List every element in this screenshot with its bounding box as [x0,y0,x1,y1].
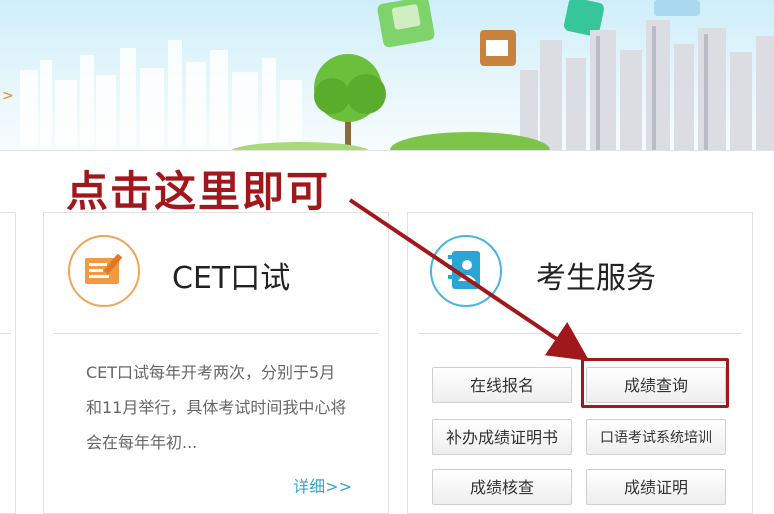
notebook-person-icon [430,235,502,307]
score-inquiry-button[interactable]: 成绩查询 [586,367,726,403]
banner-divider [0,150,774,151]
city-skyline-illustration [20,0,774,150]
partial-card-left [0,212,16,514]
score-verification-button[interactable]: 成绩核查 [432,469,572,505]
score-certificate-button[interactable]: 成绩证明 [586,469,726,505]
tree-graphic [314,54,386,150]
card-separator [0,333,11,334]
card-separator [418,333,742,334]
oral-exam-training-button[interactable]: 口语考试系统培训 [586,419,726,455]
annotation-callout-text: 点击这里即可 [66,167,331,216]
cet-card-description: CET口试每年开考两次，分别于5月和11月举行，具体考试时间我中心将会在每年年初… [86,363,347,452]
reissue-certificate-button[interactable]: 补办成绩证明书 [432,419,572,455]
cet-detail-link[interactable]: 详细>> [293,473,352,497]
card-separator [54,333,378,334]
cet-card-title: CET口试 [172,261,291,296]
cet-oral-card: CET口试 CET口试每年开考两次，分别于5月和11月举行，具体考试时间我中心将… [43,212,389,514]
candidate-services-card: 考生服务 在线报名 成绩查询 补办成绩证明书 口语考试系统培训 成绩核查 成绩证… [407,212,753,514]
certificate-edit-icon [68,235,140,307]
banner-scroll-arrow[interactable]: > [2,88,14,104]
online-registration-button[interactable]: 在线报名 [432,367,572,403]
header-banner: > [0,0,774,150]
services-card-title: 考生服务 [536,261,656,296]
